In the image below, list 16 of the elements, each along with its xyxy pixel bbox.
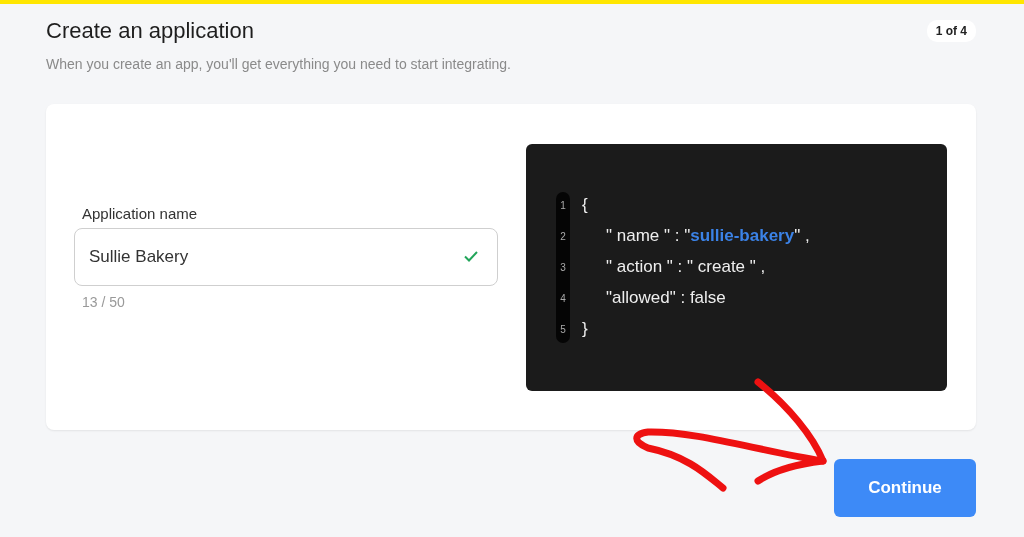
page-title: Create an application xyxy=(46,18,254,44)
code-line: { xyxy=(582,195,588,215)
field-label: Application name xyxy=(82,204,199,222)
character-counter: 13 / 50 xyxy=(82,293,126,310)
page-subtitle: When you create an app, you'll get everything you need to start integrating. xyxy=(46,56,512,72)
step-counter: 1 of 4 xyxy=(926,20,976,42)
line-number: 2 xyxy=(559,230,567,242)
code-line: } xyxy=(582,319,588,339)
line-number: 5 xyxy=(559,323,567,335)
line-number: 3 xyxy=(559,261,567,273)
code-line: " action " : " create " , xyxy=(606,257,766,277)
code-line: " name " : "sullie-bakery" , xyxy=(606,226,810,246)
line-number: 1 xyxy=(559,199,567,211)
line-number: 4 xyxy=(559,292,567,304)
application-name-field[interactable]: Sullie Bakery xyxy=(74,227,498,286)
code-line: "allowed" : false xyxy=(606,288,726,308)
